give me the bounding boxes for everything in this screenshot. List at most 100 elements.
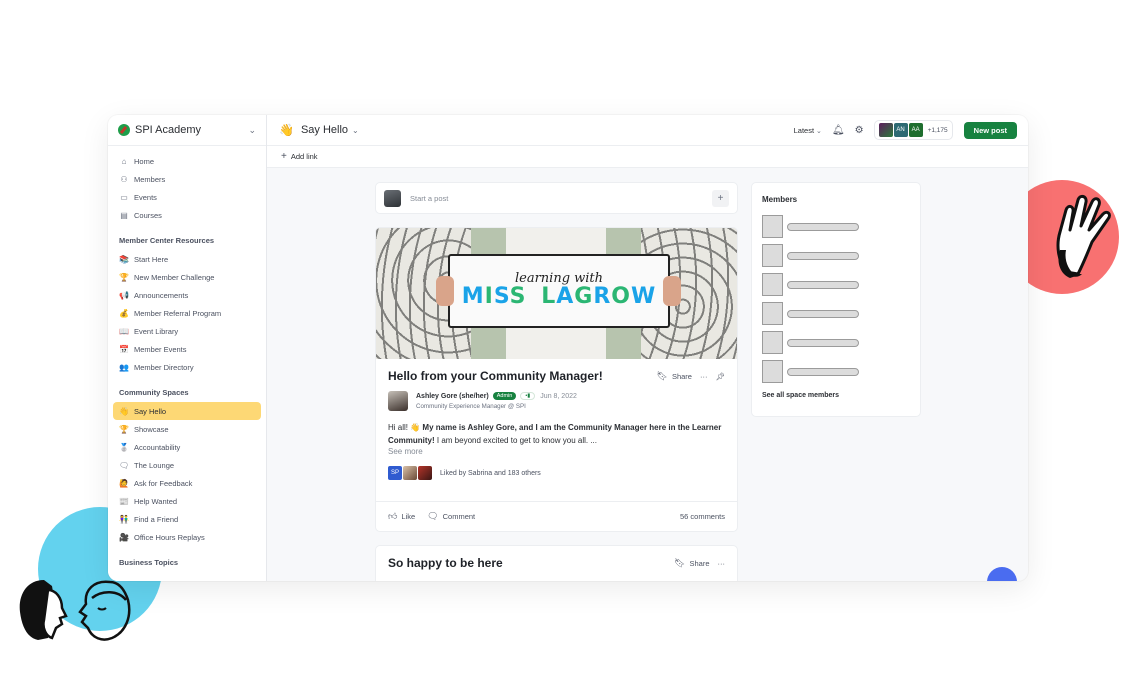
cover-letter: O: [611, 284, 631, 310]
sidebar-nav: ⌂ Home ⚇ Members ▭ Events ▤ Courses Member Cente…: [108, 146, 266, 567]
post-title[interactable]: Hello from your Community Manager!: [388, 369, 649, 383]
bell-icon[interactable]: 🔔︎: [832, 125, 845, 136]
author-avatar[interactable]: [388, 391, 408, 411]
member-placeholder-row: [762, 212, 910, 241]
community-switcher[interactable]: SPI Academy ⌄: [108, 115, 266, 146]
post-excerpt: Hi all! 👋 My name is Ashley Gore, and I …: [388, 421, 725, 447]
name-placeholder: [787, 338, 859, 347]
liker-avatar: SP: [388, 466, 402, 480]
sidebar-item-the-lounge[interactable]: 🗨 The Lounge: [113, 456, 261, 474]
more-options-icon[interactable]: ···: [718, 559, 726, 568]
money-bag-icon: 💰: [119, 308, 129, 318]
space-title[interactable]: Say Hello: [301, 124, 348, 136]
hand-shape: [663, 276, 681, 306]
new-post-button[interactable]: New post: [963, 121, 1017, 139]
cover-letter: R: [593, 284, 612, 310]
sidebar-item-office-hours-replays[interactable]: 🎥 Office Hours Replays: [113, 528, 261, 546]
pin-icon[interactable]: 📌︎: [715, 372, 725, 381]
share-label: Share: [689, 558, 710, 568]
cover-letter: L: [541, 284, 557, 310]
sort-dropdown[interactable]: Latest ⌄: [794, 126, 822, 135]
sidebar: SPI Academy ⌄ ⌂ Home ⚇ Members ▭ Events ▤ Cours…: [108, 115, 267, 581]
people-holding-hands-icon: 👫: [119, 514, 129, 524]
sidebar-item-events[interactable]: ▭ Events: [113, 188, 261, 206]
add-link-button[interactable]: + Add link: [281, 151, 318, 162]
sidebar-item-find-a-friend[interactable]: 👫 Find a Friend: [113, 510, 261, 528]
sidebar-item-home[interactable]: ⌂ Home: [113, 152, 261, 170]
post-card: So happy to be here 🔖︎ Share ···: [375, 545, 738, 581]
sidebar-item-label: Find a Friend: [134, 514, 179, 524]
newspaper-icon: 📰: [119, 496, 129, 506]
sidebar-section-title[interactable]: Member Center Resources: [113, 236, 261, 245]
avatar-placeholder: [762, 273, 783, 296]
bookmark-share-button[interactable]: 🔖︎ Share: [657, 371, 692, 382]
bookmark-icon: 🔖︎: [656, 370, 668, 381]
comment-button[interactable]: 🗨︎ Comment: [427, 511, 475, 522]
avatar-placeholder: [762, 244, 783, 267]
comments-count[interactable]: 56 comments: [680, 512, 725, 521]
liker-avatar: [418, 466, 432, 480]
cover-letter: S: [493, 284, 510, 310]
sidebar-item-help-wanted[interactable]: 📰 Help Wanted: [113, 492, 261, 510]
sidebar-item-event-library[interactable]: 📖 Event Library: [113, 322, 261, 340]
gear-icon[interactable]: ⚙: [855, 125, 864, 136]
sidebar-item-courses[interactable]: ▤ Courses: [113, 206, 261, 224]
post-text-intro: Hi all! 👋: [388, 423, 423, 432]
sidebar-item-member-events[interactable]: 📅 Member Events: [113, 340, 261, 358]
sidebar-item-say-hello[interactable]: 👋 Say Hello: [113, 402, 261, 420]
sidebar-section-title[interactable]: Community Spaces: [113, 388, 261, 397]
admin-badge: Admin: [492, 392, 517, 400]
start-post-input[interactable]: Start a post: [410, 194, 712, 203]
sidebar-item-member-directory[interactable]: 👥 Member Directory: [113, 358, 261, 376]
bookmark-share-button[interactable]: 🔖︎ Share: [674, 558, 709, 569]
sidebar-item-label: New Member Challenge: [134, 272, 215, 282]
sidebar-item-new-member-challenge[interactable]: 🏆 New Member Challenge: [113, 268, 261, 286]
name-placeholder: [787, 309, 859, 318]
see-more-link[interactable]: See more: [388, 447, 725, 456]
author-name[interactable]: Ashley Gore (she/her): [416, 393, 489, 400]
waving-hand-illustration: [1056, 194, 1111, 278]
like-button[interactable]: 👍︎ Like: [388, 511, 415, 522]
sidebar-item-announcements[interactable]: 📢 Announcements: [113, 286, 261, 304]
comment-icon: 🗨︎: [427, 511, 439, 521]
member-placeholder-row: [762, 270, 910, 299]
post-title[interactable]: So happy to be here: [388, 556, 666, 570]
post-composer[interactable]: Start a post +: [375, 182, 738, 214]
sidebar-item-accountability[interactable]: 🥈 Accountability: [113, 438, 261, 456]
space-members-avatars[interactable]: AN AA +1,175: [873, 120, 953, 140]
member-placeholder-row: [762, 328, 910, 357]
chat-button[interactable]: [987, 567, 1017, 581]
cover-main-text: MISS LAGROW: [462, 285, 657, 309]
see-all-members-link[interactable]: See all space members: [762, 392, 910, 399]
user-avatar: [384, 189, 401, 207]
sidebar-item-label: Member Events: [134, 344, 187, 354]
cover-letter: [527, 284, 536, 309]
calendar-icon: ▭: [120, 192, 128, 202]
sidebar-item-label: Start Here: [134, 254, 169, 264]
sidebar-item-member-referral-program[interactable]: 💰 Member Referral Program: [113, 304, 261, 322]
sidebar-item-start-here[interactable]: 📚 Start Here: [113, 250, 261, 268]
sidebar-item-showcase[interactable]: 🏆 Showcase: [113, 420, 261, 438]
waving-hand-icon: 👋: [119, 406, 129, 416]
likes-summary[interactable]: SP Liked by Sabrina and 183 others: [388, 466, 725, 480]
member-placeholder-row: [762, 357, 910, 386]
members-widget: Members See all space members: [751, 182, 921, 417]
sidebar-item-label: Office Hours Replays: [134, 532, 205, 542]
chevron-down-icon[interactable]: ⌄: [352, 126, 359, 135]
post-date[interactable]: Jun 8, 2022: [540, 393, 577, 400]
sidebar-item-label: Event Library: [134, 326, 179, 336]
sidebar-item-label: Members: [134, 174, 166, 184]
sidebar-item-members[interactable]: ⚇ Members: [113, 170, 261, 188]
plus-icon[interactable]: +: [712, 189, 729, 207]
share-label: Share: [671, 371, 692, 381]
name-placeholder: [787, 251, 859, 260]
space-header: 👋 Say Hello ⌄ Latest ⌄ 🔔︎ ⚙ AN AA +1,175 …: [267, 115, 1028, 146]
member-avatar: [878, 123, 893, 137]
flag-book-icon: 📚: [119, 254, 129, 264]
sidebar-item-ask-for-feedback[interactable]: 🙋 Ask for Feedback: [113, 474, 261, 492]
member-placeholder-row: [762, 241, 910, 270]
sidebar-item-label: Events: [134, 192, 157, 202]
members-title: Members: [762, 195, 798, 204]
sidebar-section-title[interactable]: Business Topics: [113, 558, 261, 567]
more-options-icon[interactable]: ···: [700, 372, 708, 381]
